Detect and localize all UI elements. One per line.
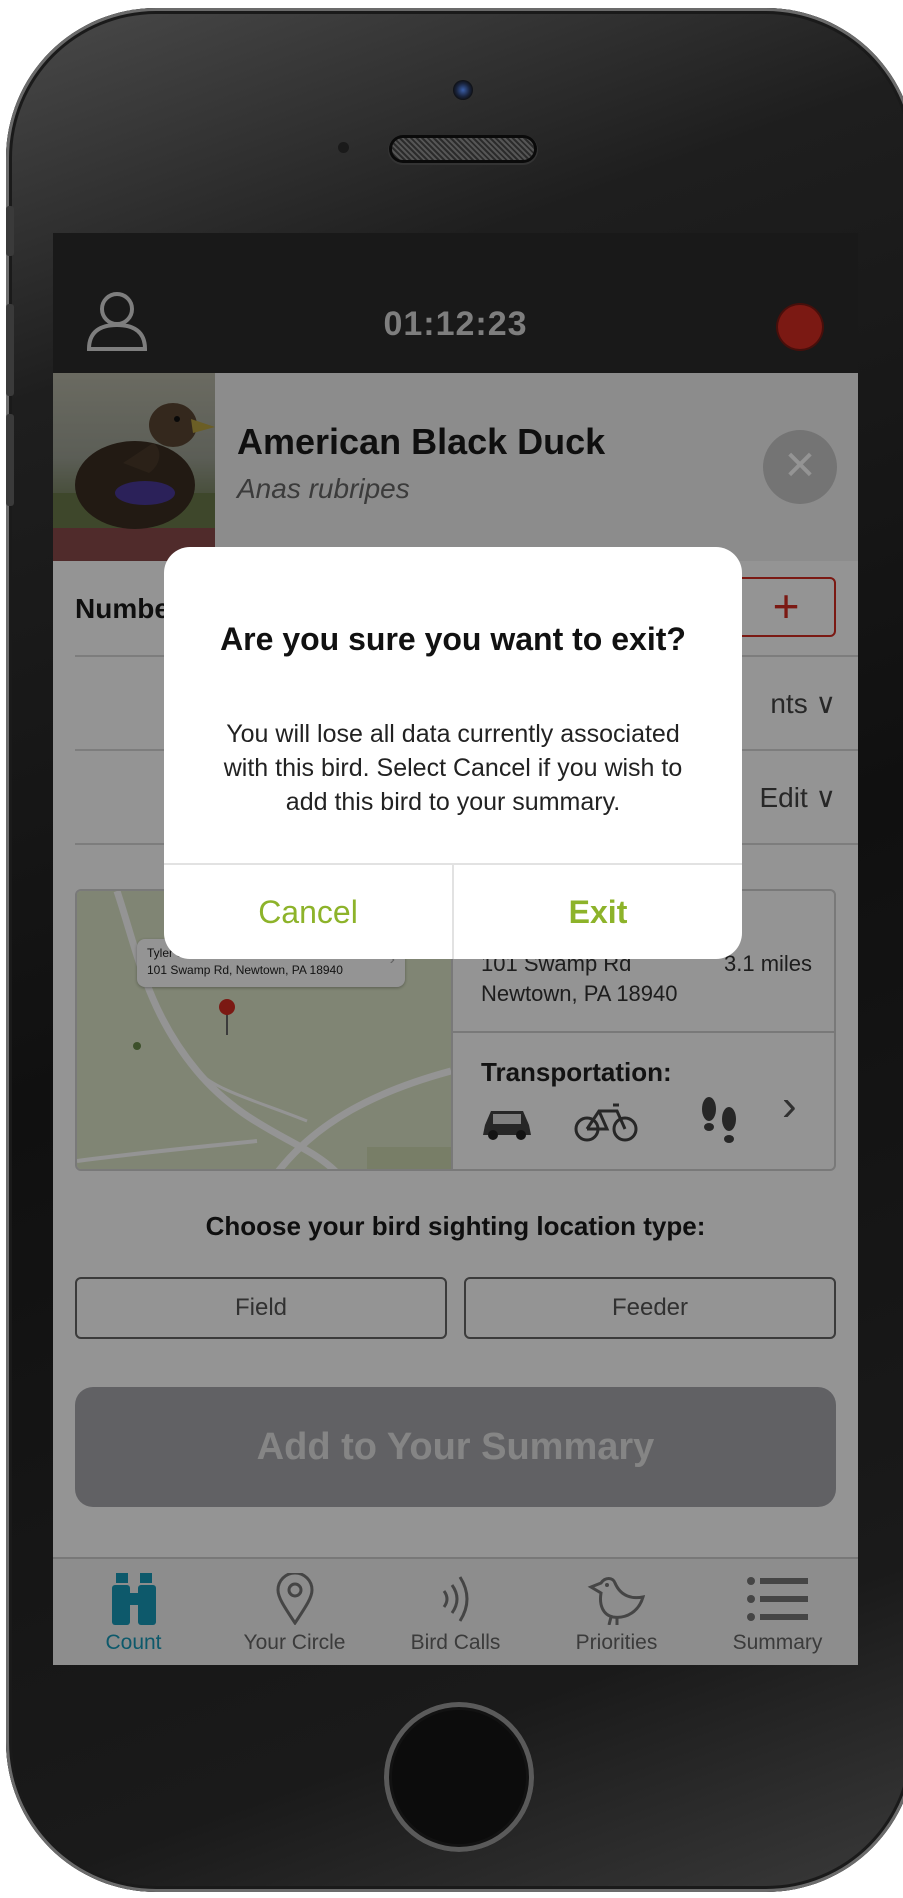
mute-switch <box>6 206 14 256</box>
app-screen: 01:12:23 American Black Duck Anas rubrip… <box>53 233 858 1665</box>
front-camera <box>453 80 473 100</box>
cancel-button[interactable]: Cancel <box>164 865 452 959</box>
proximity-sensor <box>338 142 349 153</box>
earpiece-speaker <box>392 138 534 160</box>
exit-confirm-dialog: Are you sure you want to exit? You will … <box>164 547 742 959</box>
volume-up-button <box>6 304 14 396</box>
exit-button[interactable]: Exit <box>454 865 742 959</box>
home-button[interactable] <box>384 1702 534 1852</box>
volume-down-button <box>6 414 14 506</box>
dialog-title: Are you sure you want to exit? <box>220 621 686 657</box>
dialog-message: You will lose all data currently associa… <box>223 720 683 816</box>
